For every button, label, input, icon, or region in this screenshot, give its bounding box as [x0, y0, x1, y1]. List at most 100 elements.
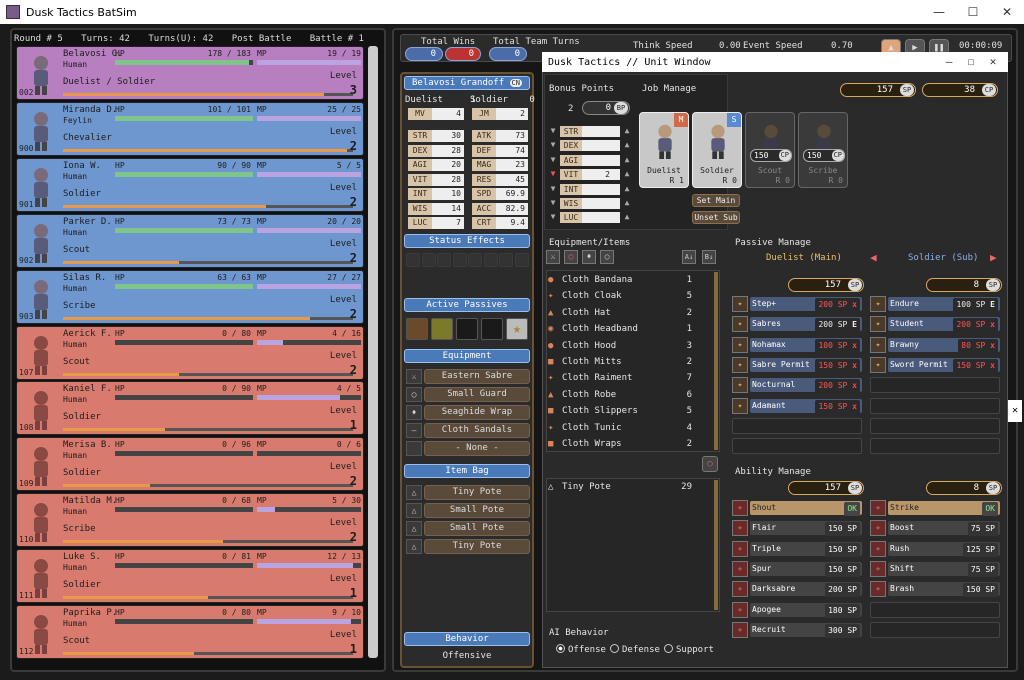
- ability-skill[interactable]: ✧ Triple 150 SP: [732, 540, 862, 557]
- inventory-item[interactable]: ■ Cloth Wraps 2: [548, 437, 698, 453]
- item-bag-slot[interactable]: △ Small Pote: [406, 503, 530, 518]
- unit-card[interactable]: 002 Belavosi G. Human Duelist / Soldier HP 17…: [16, 46, 364, 100]
- equipment-slot[interactable]: — Cloth Sandals: [406, 423, 530, 438]
- passive-skill[interactable]: ✦ Brawny 80 SP x: [870, 336, 1000, 353]
- event-speed-value[interactable]: 0.70: [831, 41, 853, 51]
- inventory-item[interactable]: ✦ Cloth Cloak 5: [548, 289, 698, 305]
- passive-skill[interactable]: ✦ Adamant 150 SP x: [732, 397, 862, 414]
- inventory-item[interactable]: ✦ Cloth Raiment 7: [548, 371, 698, 387]
- unit-badge[interactable]: CN: [509, 79, 522, 87]
- ability-skill[interactable]: ✧ Rush 125 SP: [870, 540, 1000, 557]
- bp-stat-value[interactable]: 2: [582, 169, 620, 181]
- job-card-soldier[interactable]: S Soldier R 0: [692, 112, 742, 188]
- ability-skill[interactable]: ✧ Flair 150 SP: [732, 520, 862, 537]
- inventory-item[interactable]: ● Cloth Hood 3: [548, 339, 698, 355]
- unit-card[interactable]: 900 Miranda D. Feylin Chevalier HP 101 / 101 M…: [16, 101, 364, 156]
- increase-arrow-icon[interactable]: ▲: [622, 184, 632, 195]
- item-bag-slot[interactable]: △ Tiny Pote: [406, 485, 530, 500]
- unit-card[interactable]: 110 Matilda M. Human Scribe HP 0 / 68 MP 5 / 30…: [16, 493, 364, 548]
- inventory-item[interactable]: ■ Cloth Slippers 5: [548, 404, 698, 420]
- decrease-arrow-icon[interactable]: ▼: [548, 169, 558, 180]
- bp-stat-value[interactable]: [582, 212, 620, 224]
- passive-skill[interactable]: ✦ Sabre Permit 150 SP x: [732, 356, 862, 373]
- passive-skill[interactable]: ✦ Sabres 200 SP E: [732, 316, 862, 333]
- decrease-arrow-icon[interactable]: ▼: [548, 212, 558, 223]
- support-radio[interactable]: Support: [664, 644, 714, 655]
- defense-radio[interactable]: Defense: [610, 644, 660, 655]
- ability-skill[interactable]: ✧ Brash 150 SP: [870, 581, 1000, 598]
- set-main-button[interactable]: Set Main: [692, 194, 740, 207]
- uw-minimize-button[interactable]: —: [938, 52, 960, 72]
- offense-radio[interactable]: Offense: [556, 644, 606, 655]
- job-card-scout[interactable]: 150 CP Scout R 0: [745, 112, 795, 188]
- passive-slot-sabre-icon[interactable]: [406, 318, 428, 340]
- inventory-item[interactable]: ✦ Cloth Tunic 4: [548, 421, 698, 437]
- resize-handle[interactable]: ✕: [1008, 400, 1022, 422]
- unit-card[interactable]: 903 Silas R. Human Scribe HP 63 / 63 MP 27 / 27…: [16, 269, 364, 324]
- decrease-arrow-icon[interactable]: ▼: [548, 184, 558, 195]
- passive-slot-empty[interactable]: [456, 318, 478, 340]
- unit-card[interactable]: 109 Merisa B. Human Soldier HP 0 / 96 MP 0 / 6 L…: [16, 437, 364, 492]
- passive-skill[interactable]: ✦ Step+ 200 SP x: [732, 296, 862, 312]
- ability-skill[interactable]: ✧ Shout OK: [732, 500, 862, 516]
- ability-skill[interactable]: ✧ Apogee 180 SP: [732, 601, 862, 618]
- uw-maximize-button[interactable]: ☐: [960, 52, 982, 72]
- inventory-item[interactable]: ● Cloth Bandana 1: [548, 273, 698, 289]
- passive-skill[interactable]: ✦ Sword Permit 150 SP x: [870, 356, 1000, 373]
- item-bag-slot[interactable]: △ Small Pote: [406, 521, 530, 536]
- uw-close-button[interactable]: ✕: [982, 52, 1004, 72]
- bp-stat-value[interactable]: [582, 140, 620, 152]
- passive-skill[interactable]: ✦ Nocturnal 200 SP x: [732, 377, 862, 394]
- bag-scrollbar[interactable]: [714, 480, 718, 610]
- unit-card[interactable]: 112 Paprika P. Human Scout HP 0 / 80 MP 9 / 10 L…: [16, 605, 364, 659]
- unit-card[interactable]: 902 Parker D. Human Scout HP 73 / 73 MP 20 / 20…: [16, 213, 364, 268]
- inventory-item[interactable]: ◉ Cloth Headband 1: [548, 322, 698, 338]
- sort-b-icon[interactable]: B↓: [702, 250, 716, 264]
- bag-add-icon[interactable]: ○: [702, 456, 718, 472]
- minimize-button[interactable]: —: [922, 0, 956, 24]
- unit-card[interactable]: 901 Iona W. Human Soldier HP 90 / 90 MP 5 / 5 Le…: [16, 157, 364, 212]
- inventory-item[interactable]: ▲ Cloth Hat 2: [548, 306, 698, 322]
- shield-icon[interactable]: ◯: [564, 250, 578, 264]
- next-job-arrow-icon[interactable]: ▶: [990, 251, 997, 264]
- bp-stat-value[interactable]: [582, 183, 620, 195]
- item-bag-slot[interactable]: △ Tiny Pote: [406, 539, 530, 554]
- ability-skill[interactable]: ✧ Spur 150 SP: [732, 560, 862, 577]
- ability-skill[interactable]: ✧ Recruit 300 SP: [732, 621, 862, 638]
- decrease-arrow-icon[interactable]: ▼: [548, 126, 558, 137]
- equipment-slot[interactable]: ⚔ Eastern Sabre: [406, 369, 530, 384]
- unit-card[interactable]: 111 Luke S. Human Soldier HP 0 / 81 MP 12 / 13 L…: [16, 549, 364, 604]
- increase-arrow-icon[interactable]: ▲: [622, 212, 632, 223]
- bp-stat-value[interactable]: [582, 154, 620, 166]
- inventory-item[interactable]: ■ Cloth Mitts 2: [548, 355, 698, 371]
- armor-icon[interactable]: ♦: [582, 250, 596, 264]
- job-card-duelist[interactable]: M Duelist R 1: [639, 112, 689, 188]
- equipment-slot[interactable]: ◯ Small Guard: [406, 387, 530, 402]
- close-button[interactable]: ✕: [990, 0, 1024, 24]
- job-card-scribe[interactable]: 150 CP Scribe R 0: [798, 112, 848, 188]
- equipment-slot[interactable]: ♦ Seaghide Wrap: [406, 405, 530, 420]
- decrease-arrow-icon[interactable]: ▼: [548, 140, 558, 151]
- equipment-slot[interactable]: - None -: [406, 441, 530, 456]
- inventory-scrollbar[interactable]: [714, 272, 718, 450]
- increase-arrow-icon[interactable]: ▲: [622, 126, 632, 137]
- passive-slot-star-icon[interactable]: ★: [506, 318, 528, 340]
- passive-slot-target-icon[interactable]: [431, 318, 453, 340]
- increase-arrow-icon[interactable]: ▲: [622, 155, 632, 166]
- passive-slot-empty[interactable]: [481, 318, 503, 340]
- decrease-arrow-icon[interactable]: ▼: [548, 155, 558, 166]
- inventory-item[interactable]: ▲ Cloth Robe 6: [548, 388, 698, 404]
- sort-a-icon[interactable]: A↓: [682, 250, 696, 264]
- ring-icon[interactable]: ○: [600, 250, 614, 264]
- ability-skill[interactable]: ✧ Strike OK: [870, 500, 1000, 516]
- ability-skill[interactable]: ✧ Darksabre 200 SP: [732, 581, 862, 598]
- passive-skill[interactable]: ✦ Student 200 SP x: [870, 316, 1000, 333]
- increase-arrow-icon[interactable]: ▲: [622, 140, 632, 151]
- unset-sub-button[interactable]: Unset Sub: [692, 211, 740, 224]
- ability-skill[interactable]: ✧ Shift 75 SP: [870, 560, 1000, 577]
- decrease-arrow-icon[interactable]: ▼: [548, 198, 558, 209]
- ability-skill[interactable]: ✧ Boost 75 SP: [870, 520, 1000, 537]
- unit-card[interactable]: 107 Aerick F. Human Scout HP 0 / 80 MP 4 / 16 Le…: [16, 325, 364, 380]
- unit-card[interactable]: 108 Kaniel F. Human Soldier HP 0 / 90 MP 4 / 5 L…: [16, 381, 364, 436]
- sword-icon[interactable]: ⚔: [546, 250, 560, 264]
